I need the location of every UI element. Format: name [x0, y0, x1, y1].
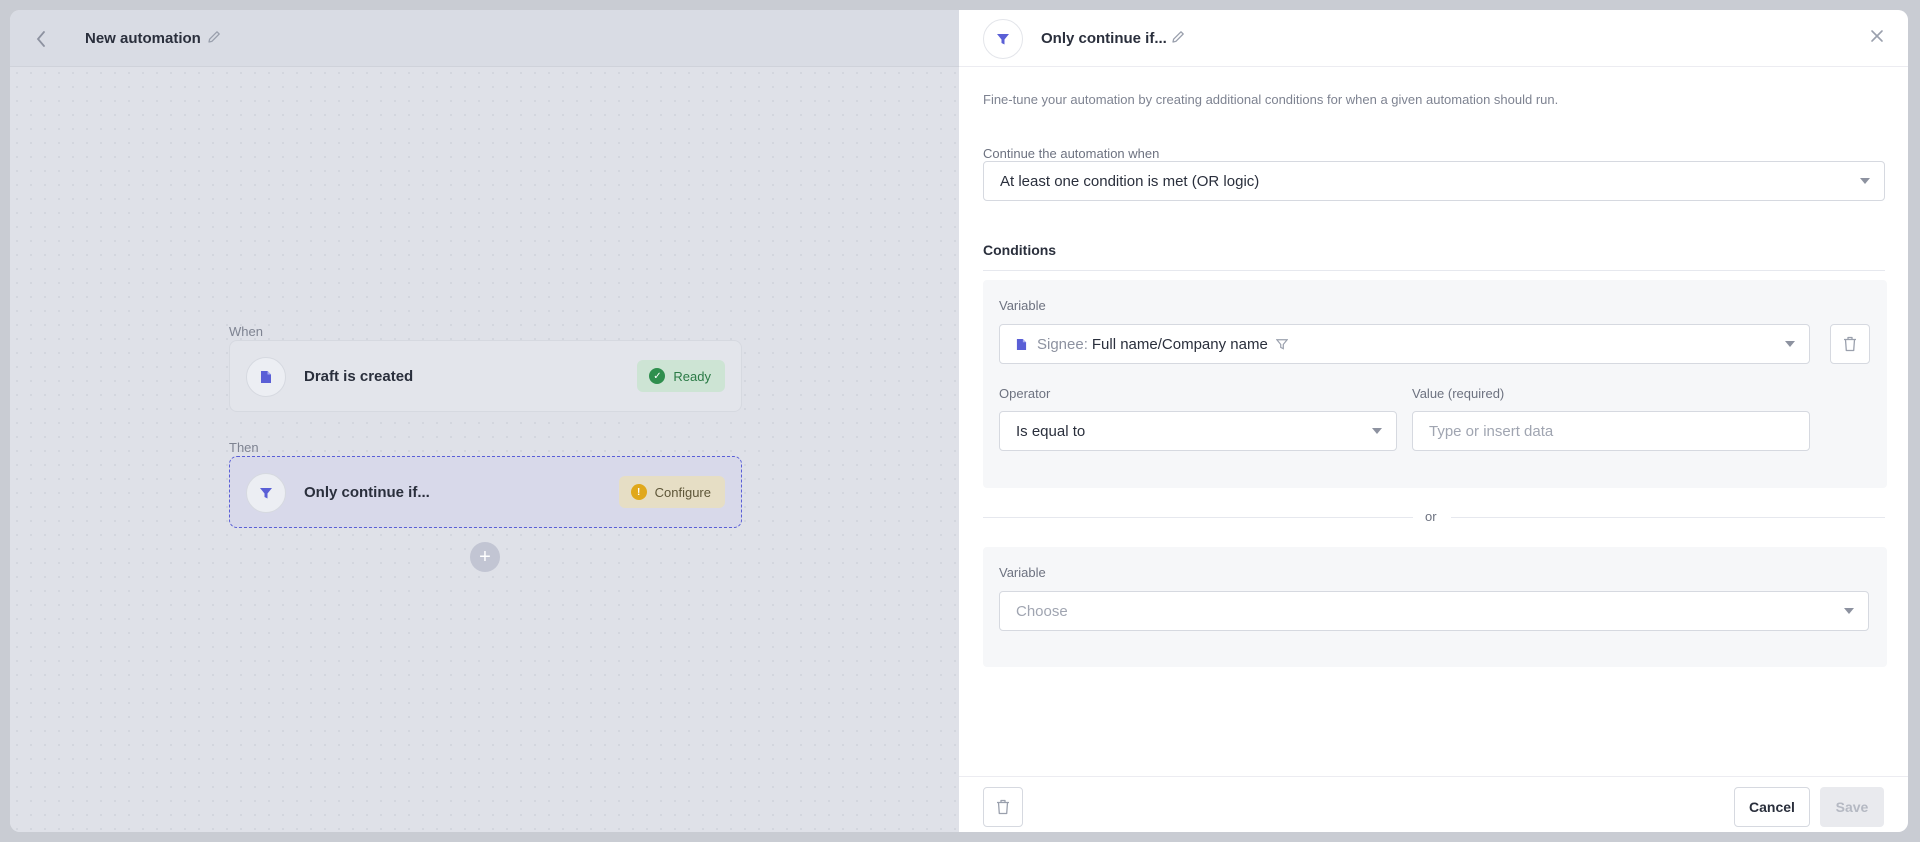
variable-select[interactable]: Signee: Full name/Company name — [999, 324, 1810, 364]
filter-icon — [983, 19, 1023, 59]
conditions-title: Conditions — [983, 242, 1057, 258]
automation-canvas: New automation When Draft is created ✓ R… — [10, 10, 959, 832]
variable-placeholder: Choose — [1016, 602, 1068, 620]
trash-icon — [997, 799, 1009, 815]
variable-prefix: Signee: — [1037, 335, 1088, 353]
condition-block: Variable Signee: Full name/Company name … — [983, 280, 1887, 488]
trash-icon — [1844, 336, 1856, 352]
or-label: or — [1425, 509, 1437, 524]
document-icon — [1016, 338, 1027, 351]
delete-step-button[interactable] — [983, 787, 1023, 827]
delete-condition-button[interactable] — [1830, 324, 1870, 364]
canvas-header: New automation — [10, 10, 959, 67]
condition-block: Variable Choose — [983, 547, 1887, 667]
check-icon: ✓ — [649, 368, 666, 384]
condition-panel: Only continue if... Fine-tune your autom… — [959, 10, 1908, 832]
variable-label: Variable — [999, 298, 1046, 313]
badge-label: Ready — [673, 368, 711, 384]
status-badge: ✓ Ready — [637, 360, 725, 392]
divider — [983, 270, 1885, 271]
variable-value: Full name/Company name — [1091, 335, 1268, 353]
step-card-filter[interactable]: Only continue if... ! Configure — [229, 456, 742, 528]
automation-modal: New automation When Draft is created ✓ R… — [10, 10, 1908, 832]
automation-title: New automation — [85, 30, 201, 47]
pencil-icon[interactable] — [206, 29, 222, 50]
when-label: When — [229, 324, 263, 339]
warning-icon: ! — [630, 484, 647, 500]
chevron-down-icon — [1372, 428, 1382, 434]
divider — [1451, 517, 1885, 518]
logic-select[interactable]: At least one condition is met (OR logic) — [983, 161, 1885, 201]
document-icon — [246, 357, 286, 397]
step-name: Draft is created — [304, 368, 414, 385]
divider — [983, 517, 1413, 518]
operator-select[interactable]: Is equal to — [999, 411, 1397, 451]
chevron-down-icon — [1844, 608, 1854, 614]
panel-footer: Cancel Save — [959, 776, 1908, 832]
operator-label: Operator — [999, 386, 1051, 401]
panel-title: Only continue if... — [1041, 30, 1167, 47]
close-icon[interactable] — [1868, 27, 1886, 50]
variable-select[interactable]: Choose — [999, 591, 1869, 631]
filter-icon — [1275, 338, 1288, 350]
save-button[interactable]: Save — [1820, 787, 1884, 827]
logic-select-value: At least one condition is met (OR logic) — [1000, 172, 1260, 190]
panel-header: Only continue if... — [959, 10, 1908, 67]
panel-description: Fine-tune your automation by creating ad… — [983, 92, 1559, 107]
status-badge: ! Configure — [618, 476, 725, 508]
chevron-down-icon — [1785, 341, 1795, 347]
filter-icon — [246, 473, 286, 513]
operator-value: Is equal to — [1016, 422, 1086, 440]
value-input[interactable] — [1412, 411, 1810, 451]
chevron-down-icon — [1860, 178, 1870, 184]
badge-label: Configure — [654, 484, 711, 500]
pencil-icon[interactable] — [1170, 29, 1186, 50]
step-card-trigger[interactable]: Draft is created ✓ Ready — [229, 340, 742, 412]
variable-label: Variable — [999, 565, 1046, 580]
cancel-button[interactable]: Cancel — [1734, 787, 1810, 827]
then-label: Then — [229, 440, 259, 455]
back-icon[interactable] — [30, 28, 52, 50]
add-step-button[interactable]: + — [470, 542, 500, 572]
continue-label: Continue the automation when — [983, 146, 1160, 161]
step-name: Only continue if... — [304, 484, 430, 501]
value-label: Value (required) — [1412, 386, 1505, 401]
